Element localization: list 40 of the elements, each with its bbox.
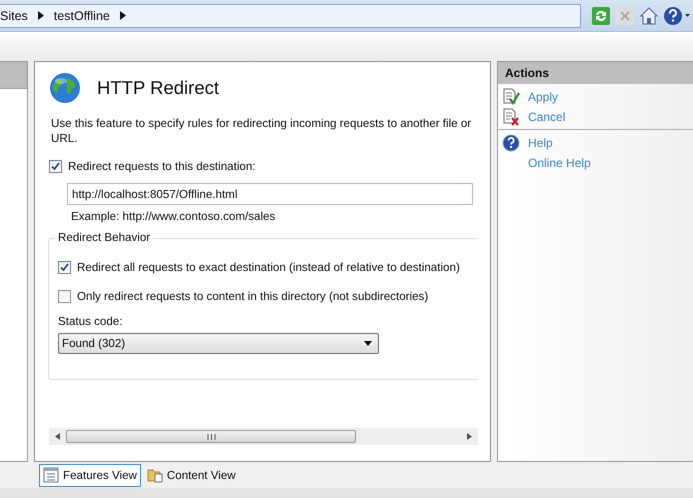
scroll-right-icon[interactable]: [467, 433, 472, 440]
help-icon: [502, 134, 520, 152]
horizontal-scrollbar[interactable]: [49, 428, 478, 445]
caret-icon: [364, 341, 372, 346]
address-bar[interactable]: Sites testOffline: [0, 4, 581, 28]
breadcrumb[interactable]: testOffline: [54, 8, 110, 22]
action-link[interactable]: Apply: [528, 90, 558, 104]
scrollbar-thumb[interactable]: [66, 430, 356, 443]
checkbox[interactable]: [58, 290, 71, 303]
document-cross-icon: [502, 108, 520, 126]
breadcrumb[interactable]: Sites: [0, 8, 28, 22]
list-icon: [43, 467, 59, 483]
chevron-icon[interactable]: [120, 11, 126, 20]
status-dropdown[interactable]: Found (302): [58, 333, 379, 354]
description: Use this feature to specify rules for redirecting incoming requests to another file or URL.: [51, 116, 472, 146]
scroll-left-icon[interactable]: [55, 433, 60, 440]
panel-header: Actions: [498, 62, 693, 84]
refresh-icon[interactable]: [591, 6, 611, 26]
checkbox[interactable]: [58, 261, 71, 274]
view-tab[interactable]: Content View: [142, 464, 240, 486]
checkbox-label: Redirect all requests to exact destination (instead of relative to destination): [77, 261, 460, 274]
checkbox-label: Only redirect requests to content in this directory (not subdirectories): [77, 290, 428, 303]
folder-icon: [146, 467, 163, 483]
help-icon[interactable]: [663, 6, 691, 26]
document-check-icon: [502, 88, 520, 106]
example-text: Example: http://www.contoso.com/sales: [71, 210, 276, 223]
chevron-icon[interactable]: [38, 11, 44, 20]
field-label: Status code:: [58, 315, 124, 328]
action-link[interactable]: Online Help: [528, 156, 591, 170]
checkbox-label: Redirect requests to this destination:: [68, 160, 256, 173]
group-legend: Redirect Behavior: [55, 231, 154, 244]
home-icon[interactable]: [639, 6, 659, 26]
page-title: HTTP Redirect: [97, 77, 219, 99]
globe-icon: [49, 72, 81, 104]
destination-field[interactable]: http://localhost:8057/Offline.html: [67, 183, 473, 205]
grip-icon: [206, 434, 216, 440]
action-link[interactable]: Help: [528, 136, 553, 150]
view-tab[interactable]: Features View: [39, 464, 141, 486]
action-link[interactable]: Cancel: [528, 110, 566, 124]
checkbox[interactable]: [49, 160, 62, 173]
